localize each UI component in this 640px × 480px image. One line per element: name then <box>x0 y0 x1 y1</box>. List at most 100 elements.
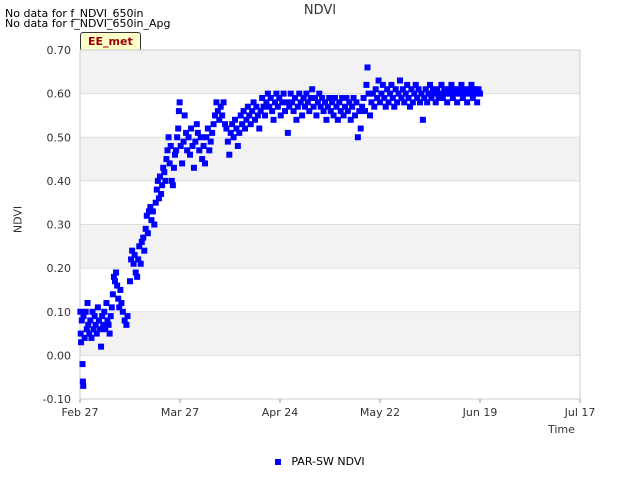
data-point <box>193 121 200 128</box>
data-point <box>98 343 105 350</box>
data-point <box>79 361 86 368</box>
data-point <box>444 99 451 106</box>
data-point <box>179 160 186 167</box>
y-tick-label: -0.10 <box>43 393 71 406</box>
data-point <box>144 230 151 237</box>
x-tick-label: May 22 <box>360 406 400 419</box>
data-point <box>149 208 156 215</box>
data-point <box>192 138 199 145</box>
data-point <box>230 134 237 141</box>
data-point <box>158 190 165 197</box>
data-point <box>270 116 277 123</box>
ndvi-scatter-plot: -0.10 0.00 0.10 0.20 0.30 0.40 0.50 0.60 0.70 Feb… <box>43 44 596 419</box>
data-point <box>313 112 320 119</box>
data-point <box>190 164 197 171</box>
legend: PAR-SW NDVI <box>0 455 640 468</box>
data-point <box>256 125 263 132</box>
x-tick-label: Mar 27 <box>161 406 199 419</box>
y-tick-label: 0.40 <box>47 175 72 188</box>
data-point <box>477 90 483 97</box>
y-tick-label: 0.50 <box>47 131 72 144</box>
data-point <box>363 81 370 88</box>
data-point <box>169 182 176 189</box>
data-point <box>236 129 243 136</box>
data-point <box>202 160 208 167</box>
data-point <box>161 169 168 176</box>
data-point <box>174 134 181 141</box>
data-point <box>354 134 361 141</box>
x-tick-label: Apr 24 <box>262 406 299 419</box>
data-point <box>280 90 287 97</box>
data-point <box>419 116 426 123</box>
data-point <box>118 300 125 307</box>
data-point <box>123 321 130 328</box>
data-point <box>88 334 95 341</box>
grid-band <box>80 50 580 94</box>
y-tick-label: 0.70 <box>47 44 72 57</box>
data-point <box>105 321 112 328</box>
data-point <box>262 112 268 119</box>
data-point <box>109 291 116 298</box>
data-point <box>134 273 141 280</box>
data-point <box>103 300 110 307</box>
grid-band <box>80 311 580 356</box>
data-point <box>106 330 113 337</box>
data-point <box>187 151 193 158</box>
data-point <box>94 304 101 311</box>
data-point <box>117 286 124 293</box>
data-point <box>127 278 133 285</box>
data-point <box>357 125 364 132</box>
data-point <box>188 125 195 132</box>
x-tick-label: Jun 19 <box>462 406 498 419</box>
data-point <box>299 112 306 119</box>
data-point <box>113 269 120 276</box>
data-point <box>269 108 276 115</box>
data-point <box>124 313 131 320</box>
y-tick-label: 0.10 <box>47 306 72 319</box>
data-point <box>454 99 461 106</box>
data-point <box>219 112 226 119</box>
data-point <box>334 116 341 123</box>
grid-band <box>80 137 580 181</box>
data-point <box>371 103 378 110</box>
data-point <box>165 134 172 141</box>
data-point <box>175 125 182 132</box>
y-tick-label: 0.30 <box>47 219 72 232</box>
data-point <box>372 86 379 93</box>
x-tick-label: Feb 27 <box>62 406 99 419</box>
legend-swatch-par-sw-ndvi <box>275 459 282 465</box>
data-point <box>474 99 481 106</box>
data-point <box>200 142 207 149</box>
data-point <box>242 125 248 132</box>
data-point <box>137 260 144 267</box>
data-point <box>209 129 216 136</box>
y-tick-label: 0.00 <box>47 349 72 362</box>
data-point <box>101 308 108 315</box>
data-point <box>224 138 231 145</box>
data-point <box>353 99 360 106</box>
data-point <box>185 134 192 141</box>
data-point <box>234 142 241 149</box>
data-point <box>207 138 214 145</box>
data-point <box>367 112 373 119</box>
data-point <box>197 134 204 141</box>
data-point <box>141 247 148 254</box>
data-point <box>232 116 238 123</box>
y-tick-label: 0.20 <box>47 262 72 275</box>
data-point <box>151 221 158 228</box>
data-point <box>176 99 183 106</box>
data-point <box>364 64 371 71</box>
data-point <box>82 308 89 315</box>
y-tick-label: 0.60 <box>47 88 72 101</box>
data-point <box>323 116 330 123</box>
data-point <box>220 99 227 106</box>
data-point <box>175 108 182 115</box>
data-point <box>84 300 91 307</box>
data-point <box>167 142 174 149</box>
data-point <box>108 304 115 311</box>
data-point <box>284 129 291 136</box>
data-point <box>107 313 114 320</box>
data-point <box>397 77 403 84</box>
data-point <box>226 151 233 158</box>
data-point <box>80 382 87 389</box>
